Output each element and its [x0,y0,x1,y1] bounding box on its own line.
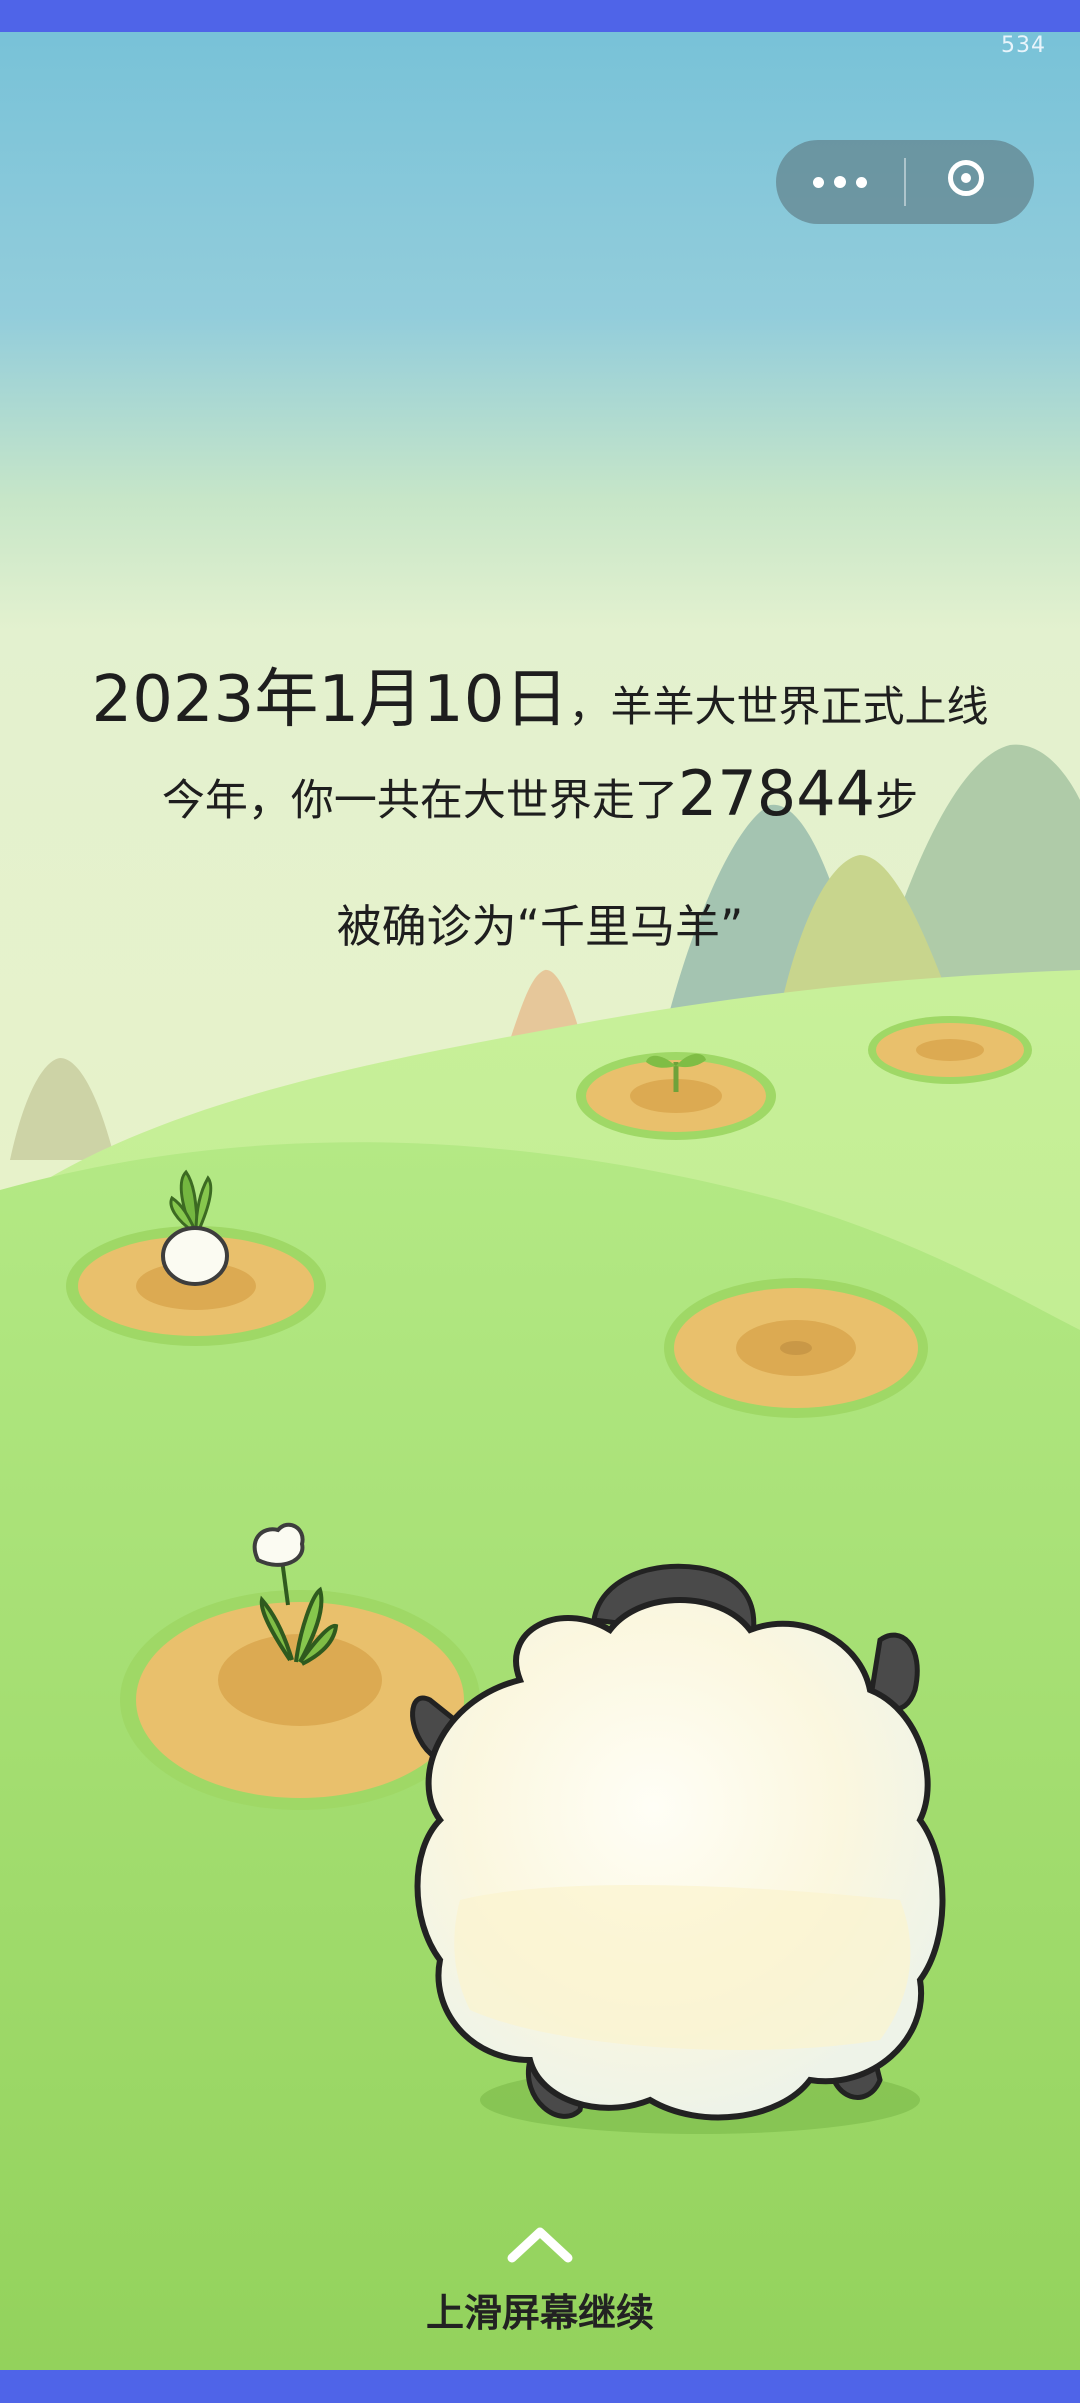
status-number: 534 [1001,33,1046,58]
dirt-patch-empty-small [868,1016,1032,1084]
screen: 534 2023年1月10日，羊羊大世界正式上线 今年，你一共在大世界走了278… [0,0,1080,2403]
target-close-icon [948,160,984,196]
headline-line-2: 今年，你一共在大世界走了27844步 [0,757,1080,830]
diagnosis-text: 被确诊为“千里马羊” [336,900,744,953]
headline-line-1: 2023年1月10日，羊羊大世界正式上线 [0,648,1080,740]
top-frame-bar [0,0,1080,32]
steps-suffix: 步 [875,776,919,826]
steps-count: 27844 [677,757,876,830]
close-button[interactable] [906,140,1034,224]
launch-date: 2023年1月10日 [91,663,569,737]
chevron-up-icon[interactable] [506,2224,574,2264]
meadow-illustration [0,32,1080,2370]
launch-text: ，羊羊大世界正式上线 [568,682,989,731]
mini-program-capsule [776,140,1034,224]
more-button[interactable] [776,140,904,224]
swipe-up-hint[interactable]: 上滑屏幕继续 [0,2282,1080,2337]
dirt-patch-empty-large [664,1278,928,1418]
dirt-patch-sprout [576,1052,776,1140]
bottom-frame-bar [0,2370,1080,2403]
steps-prefix: 今年，你一共在大世界走了 [161,776,678,826]
